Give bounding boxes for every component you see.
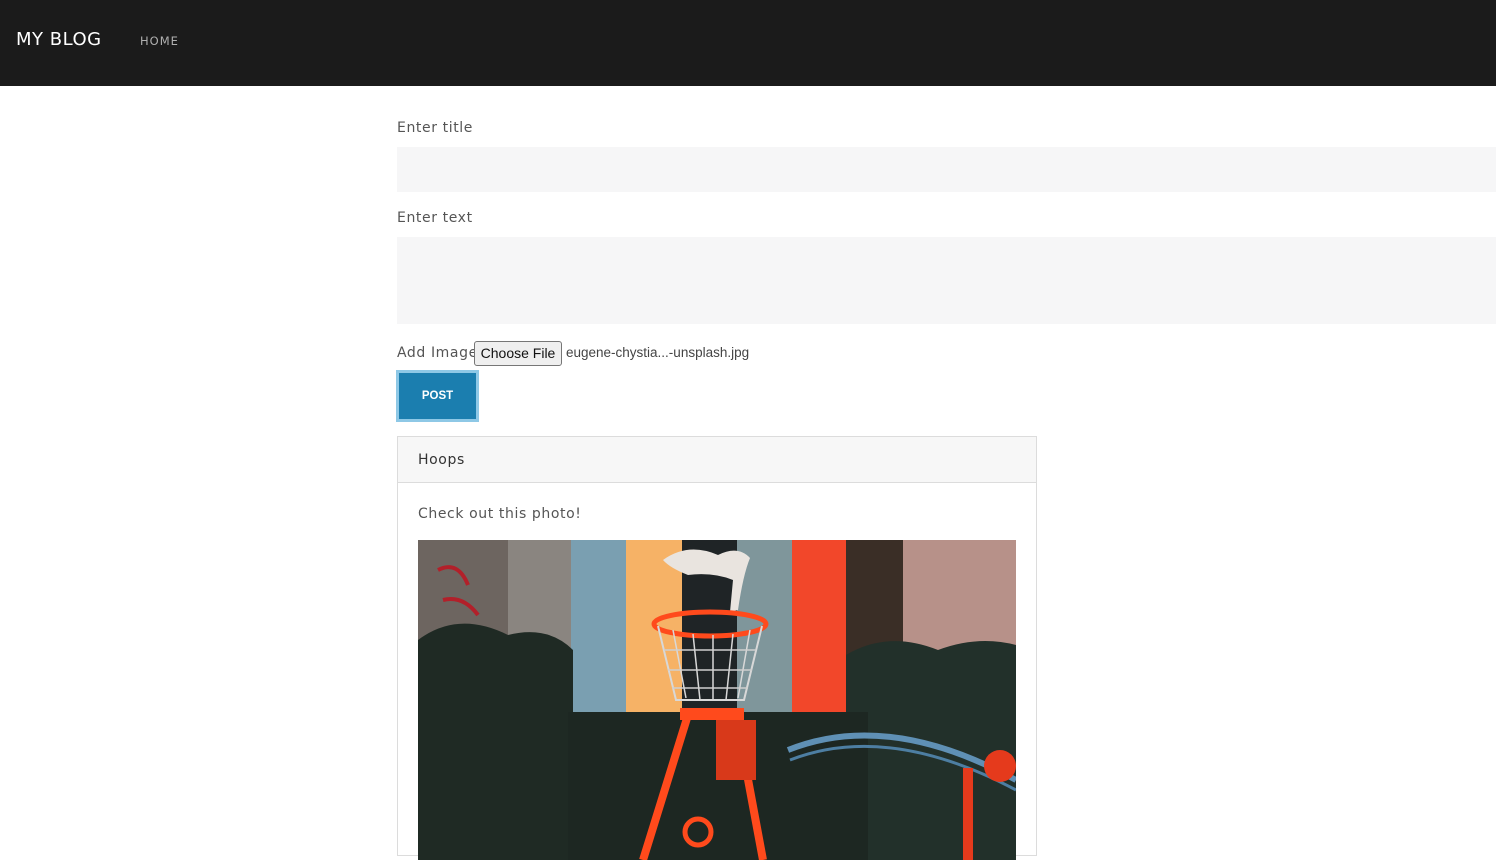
- top-navbar: MY BLOG HOME: [0, 0, 1496, 86]
- image-label: Add Image: [397, 345, 478, 361]
- post-card: Hoops Check out this photo!: [397, 436, 1037, 860]
- text-input[interactable]: [397, 237, 1496, 324]
- post-title: Hoops: [418, 452, 465, 468]
- title-label: Enter title: [397, 120, 473, 136]
- post-card-header: Hoops: [398, 437, 1036, 483]
- nav-link-home[interactable]: HOME: [140, 34, 179, 48]
- post-button[interactable]: POST: [396, 370, 479, 422]
- brand-logo[interactable]: MY BLOG: [16, 29, 102, 50]
- selected-file-name: eugene-chystia...-unsplash.jpg: [566, 345, 750, 360]
- post-body: Check out this photo!: [418, 506, 582, 522]
- title-input[interactable]: [397, 147, 1496, 192]
- basketball-hoop-photo-icon: [418, 540, 1016, 860]
- choose-file-button[interactable]: Choose File: [474, 341, 562, 366]
- text-label: Enter text: [397, 210, 473, 226]
- post-image: [418, 540, 1016, 860]
